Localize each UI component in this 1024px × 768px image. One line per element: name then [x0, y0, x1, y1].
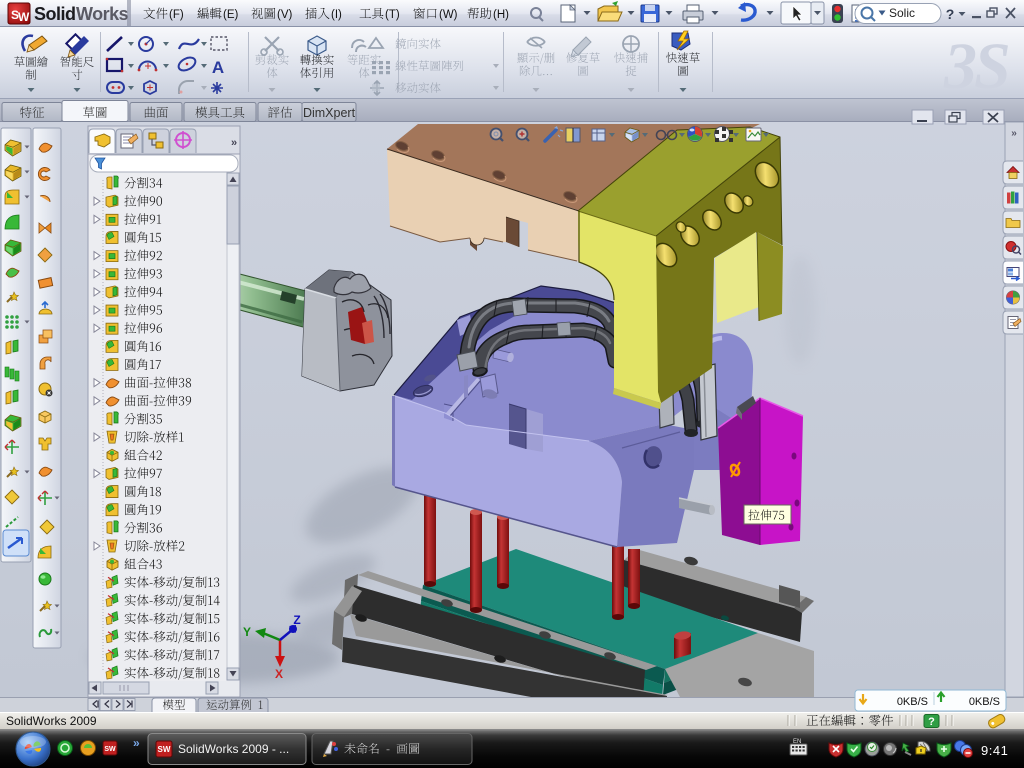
svg-text:»: »	[1011, 128, 1017, 139]
svg-text:?: ?	[946, 6, 955, 22]
svg-text:(I): (I)	[331, 9, 342, 21]
svg-text:Z: Z	[293, 613, 300, 627]
svg-text:(V): (V)	[277, 9, 293, 21]
svg-text:(H): (H)	[493, 9, 509, 21]
svg-text:Solic: Solic	[889, 6, 915, 20]
svg-text:SolidWorks 2009 - ...: SolidWorks 2009 - ...	[178, 742, 289, 756]
svg-text:Works: Works	[76, 4, 129, 24]
svg-text:3S: 3S	[943, 30, 1008, 103]
svg-text:(W): (W)	[439, 9, 458, 21]
svg-text:SolidWorks 2009: SolidWorks 2009	[6, 714, 97, 728]
svg-text:?: ?	[928, 716, 935, 728]
svg-text:SW: SW	[104, 746, 116, 753]
svg-text:EN: EN	[793, 739, 801, 745]
svg-text:(F): (F)	[169, 9, 184, 21]
svg-text:Y: Y	[243, 625, 251, 639]
svg-text:»: »	[133, 736, 140, 750]
svg-text:»: »	[231, 137, 237, 149]
svg-text:0KB/S: 0KB/S	[969, 696, 1000, 708]
svg-text:0KB/S: 0KB/S	[897, 696, 928, 708]
svg-text:(E): (E)	[223, 9, 239, 21]
svg-text:9:41: 9:41	[981, 743, 1008, 758]
svg-text:A: A	[212, 58, 224, 77]
svg-text:(T): (T)	[385, 9, 400, 21]
svg-text:X: X	[275, 667, 283, 681]
svg-text:W: W	[18, 10, 30, 24]
svg-text:SW: SW	[158, 745, 171, 754]
svg-text:DimXpert: DimXpert	[303, 106, 356, 120]
svg-text:Solid: Solid	[34, 4, 76, 24]
